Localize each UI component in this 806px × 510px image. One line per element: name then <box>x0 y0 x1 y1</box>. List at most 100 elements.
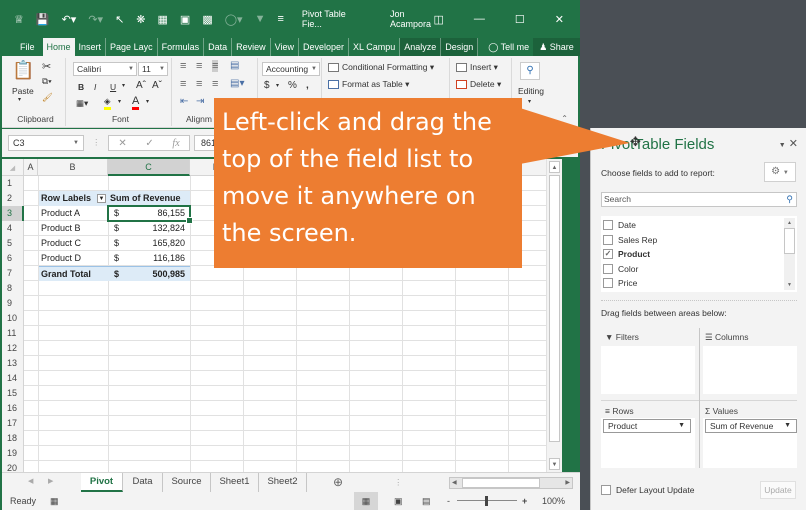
underline-button[interactable]: U <box>110 82 116 92</box>
share-button[interactable]: ♟ Share <box>533 38 580 56</box>
align-center-icon[interactable]: ≡ <box>196 78 202 90</box>
select-all-corner[interactable]: ◢ <box>2 159 24 176</box>
tab-file[interactable]: File <box>6 38 43 56</box>
drag-handle-icon[interactable]: ⋮ <box>92 137 101 148</box>
row-header[interactable]: 17 <box>2 416 24 431</box>
row-header[interactable]: 16 <box>2 401 24 416</box>
scroll-right-icon[interactable]: ▶ <box>565 479 570 486</box>
tell-me-search[interactable]: ◯ Tell me <box>484 38 533 56</box>
field-item[interactable]: Price <box>603 276 637 290</box>
pivot-row-value[interactable]: $165,820 <box>108 236 190 251</box>
macro-record-icon[interactable]: ▦ <box>50 492 59 510</box>
tab-home[interactable]: Home <box>42 38 75 56</box>
field-checkbox[interactable] <box>603 220 613 230</box>
field-item[interactable]: Sales Rep <box>603 233 657 247</box>
field-item[interactable]: ✓ Product <box>603 247 650 261</box>
field-item[interactable]: Color <box>603 262 638 276</box>
align-top-icon[interactable]: ≡ <box>180 60 186 72</box>
insert-cells-button[interactable]: Insert ▾ <box>456 62 498 73</box>
fill-dropdown-icon[interactable]: ▾ <box>118 98 121 105</box>
name-box[interactable]: C3 ▼ <box>8 135 84 151</box>
format-as-table-button[interactable]: Format as Table ▾ <box>328 79 409 90</box>
maximize-icon[interactable]: ☐ <box>515 13 525 26</box>
row-header[interactable]: 6 <box>2 251 24 266</box>
row-header[interactable]: 15 <box>2 386 24 401</box>
field-checkbox[interactable] <box>603 234 613 245</box>
wrap-text-icon[interactable]: ▤ <box>230 60 239 71</box>
row-header[interactable]: 10 <box>2 311 24 326</box>
comma-button[interactable]: , <box>306 80 309 91</box>
scroll-thumb[interactable] <box>549 175 560 442</box>
row-header[interactable]: 18 <box>2 431 24 446</box>
values-drop-area[interactable]: Sum of Revenue ▼ <box>703 418 797 468</box>
align-middle-icon[interactable]: ≡ <box>196 60 202 72</box>
next-sheet-icon[interactable]: ▶ <box>48 477 53 485</box>
pivot-values-header[interactable]: Sum of Revenue <box>108 191 190 206</box>
font-color-dropdown-icon[interactable]: ▾ <box>146 98 149 105</box>
tab-insert[interactable]: Insert <box>75 38 107 56</box>
page-break-view-icon[interactable]: ▤ <box>422 492 431 510</box>
merge-center-icon[interactable]: ▤▾ <box>230 78 244 89</box>
ribbon-options-icon[interactable]: ◫ <box>434 13 444 26</box>
scroll-left-icon[interactable]: ◀ <box>452 479 457 486</box>
sheet-tab-sheet2[interactable]: Sheet2 <box>259 473 307 492</box>
field-item[interactable]: Date <box>603 218 636 232</box>
row-header[interactable]: 7 <box>2 266 24 281</box>
freeze-icon[interactable]: ▣ <box>180 13 190 26</box>
sheet-tab-source[interactable]: Source <box>163 473 211 492</box>
cancel-icon[interactable]: ✕ <box>118 138 126 149</box>
row-header[interactable]: 4 <box>2 221 24 236</box>
minimize-icon[interactable]: — <box>474 13 485 25</box>
row-header[interactable]: 1 <box>2 176 24 191</box>
tab-view[interactable]: View <box>271 38 299 56</box>
add-sheet-icon[interactable]: ⊕ <box>333 475 343 489</box>
grand-total-value[interactable]: $500,985 <box>108 266 190 281</box>
chevron-down-icon[interactable]: ▼ <box>678 420 685 432</box>
shrink-font-icon[interactable]: Aˇ <box>152 80 162 91</box>
currency-button[interactable]: $ <box>264 80 270 91</box>
tab-developer[interactable]: Developer <box>299 38 350 56</box>
undo-icon[interactable]: ↶▾ <box>62 13 77 26</box>
cut-icon[interactable]: ✂ <box>42 60 51 73</box>
paste-dropdown-icon[interactable]: ▾ <box>18 96 21 103</box>
fill-color-icon[interactable]: ◈ <box>104 96 111 110</box>
pivot-row-labels-header[interactable]: Row Labels ▼ <box>39 191 108 206</box>
conditional-formatting-button[interactable]: Conditional Formatting ▾ <box>328 62 434 73</box>
row-header[interactable]: 5 <box>2 236 24 251</box>
sheet-tab-data[interactable]: Data <box>123 473 163 492</box>
insert-function-button[interactable]: fx <box>172 138 179 149</box>
field-list-scrollbar[interactable]: ▲ ▼ <box>784 218 795 290</box>
font-color-icon[interactable]: A <box>132 95 140 110</box>
pivot-row-label[interactable]: Product B <box>39 221 108 236</box>
editing-button[interactable]: Editing <box>518 86 544 96</box>
user-name[interactable]: Jon Acampora <box>390 9 433 29</box>
column-header[interactable]: C <box>108 159 190 176</box>
normal-view-icon[interactable]: ▦ <box>354 492 378 510</box>
align-right-icon[interactable]: ≡ <box>212 78 218 90</box>
defer-layout-update[interactable]: Defer Layout Update <box>601 485 694 495</box>
pane-options-icon[interactable]: ▼ <box>779 142 786 149</box>
column-header[interactable]: A <box>24 159 38 176</box>
customize-icon[interactable]: ≡ <box>277 13 283 25</box>
align-bottom-icon[interactable]: ≡ <box>212 60 219 72</box>
row-header[interactable]: 12 <box>2 341 24 356</box>
defer-checkbox[interactable] <box>601 485 611 495</box>
row-header[interactable]: 13 <box>2 356 24 371</box>
tab-design[interactable]: Design <box>441 38 479 56</box>
increase-indent-icon[interactable]: ⇥ <box>196 96 204 107</box>
row-header[interactable]: 3 <box>2 206 24 221</box>
page-layout-view-icon[interactable]: ▣ <box>394 492 403 510</box>
form-icon[interactable]: ▦ <box>158 13 168 26</box>
camera-icon[interactable]: ▩ <box>202 13 212 26</box>
filter-icon[interactable]: ▼ <box>255 13 266 25</box>
row-header[interactable]: 20 <box>2 461 24 472</box>
paste-icon[interactable]: 📋 <box>12 60 34 81</box>
percent-button[interactable]: % <box>288 80 297 91</box>
field-checkbox[interactable] <box>603 263 613 274</box>
tab-split-handle[interactable]: ⋮ <box>394 477 403 488</box>
zoom-slider-thumb[interactable] <box>485 496 488 506</box>
pivot-row-value[interactable]: $132,824 <box>108 221 190 236</box>
tools-button[interactable]: ⚙ ▼ <box>764 162 796 182</box>
row-header[interactable]: 19 <box>2 446 24 461</box>
vertical-scrollbar[interactable]: ▲ ▼ <box>546 159 562 472</box>
